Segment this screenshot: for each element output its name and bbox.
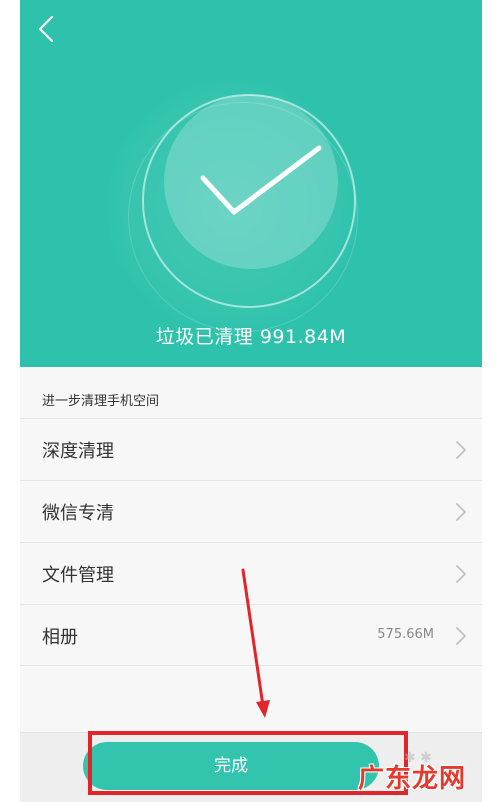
back-button[interactable] (34, 12, 64, 46)
list-item-album[interactable]: 相册 575.66M (20, 604, 482, 666)
list-item-file-manager[interactable]: 文件管理 (20, 542, 482, 604)
cleanup-options-list: 深度清理 微信专清 文件管理 相册 575.66M (20, 418, 482, 666)
done-button[interactable]: 完成 (83, 742, 379, 790)
list-item-label: 文件管理 (42, 565, 114, 586)
list-item-label: 深度清理 (42, 441, 114, 462)
phone-screen: 垃圾已清理 991.84M 进一步清理手机空间 深度清理 微信专清 文件管理 相… (20, 0, 482, 802)
chevron-right-icon (456, 627, 466, 645)
chevron-left-icon (38, 15, 54, 43)
cleaned-status-text: 垃圾已清理 991.84M (155, 326, 347, 348)
hero-panel: 垃圾已清理 991.84M (20, 0, 482, 367)
album-size-value: 575.66M (377, 627, 434, 642)
chevron-right-icon (456, 565, 466, 583)
list-item-label: 微信专清 (42, 503, 114, 524)
list-item-deep-clean[interactable]: 深度清理 (20, 418, 482, 480)
chevron-right-icon (456, 503, 466, 521)
section-label: 进一步清理手机空间 (42, 394, 160, 409)
screenshot-frame: 垃圾已清理 991.84M 进一步清理手机空间 深度清理 微信专清 文件管理 相… (0, 0, 500, 802)
chevron-right-icon (456, 441, 466, 459)
list-item-label: 相册 (42, 627, 78, 648)
checkmark-icon (200, 145, 322, 215)
list-item-wechat-clean[interactable]: 微信专清 (20, 480, 482, 542)
